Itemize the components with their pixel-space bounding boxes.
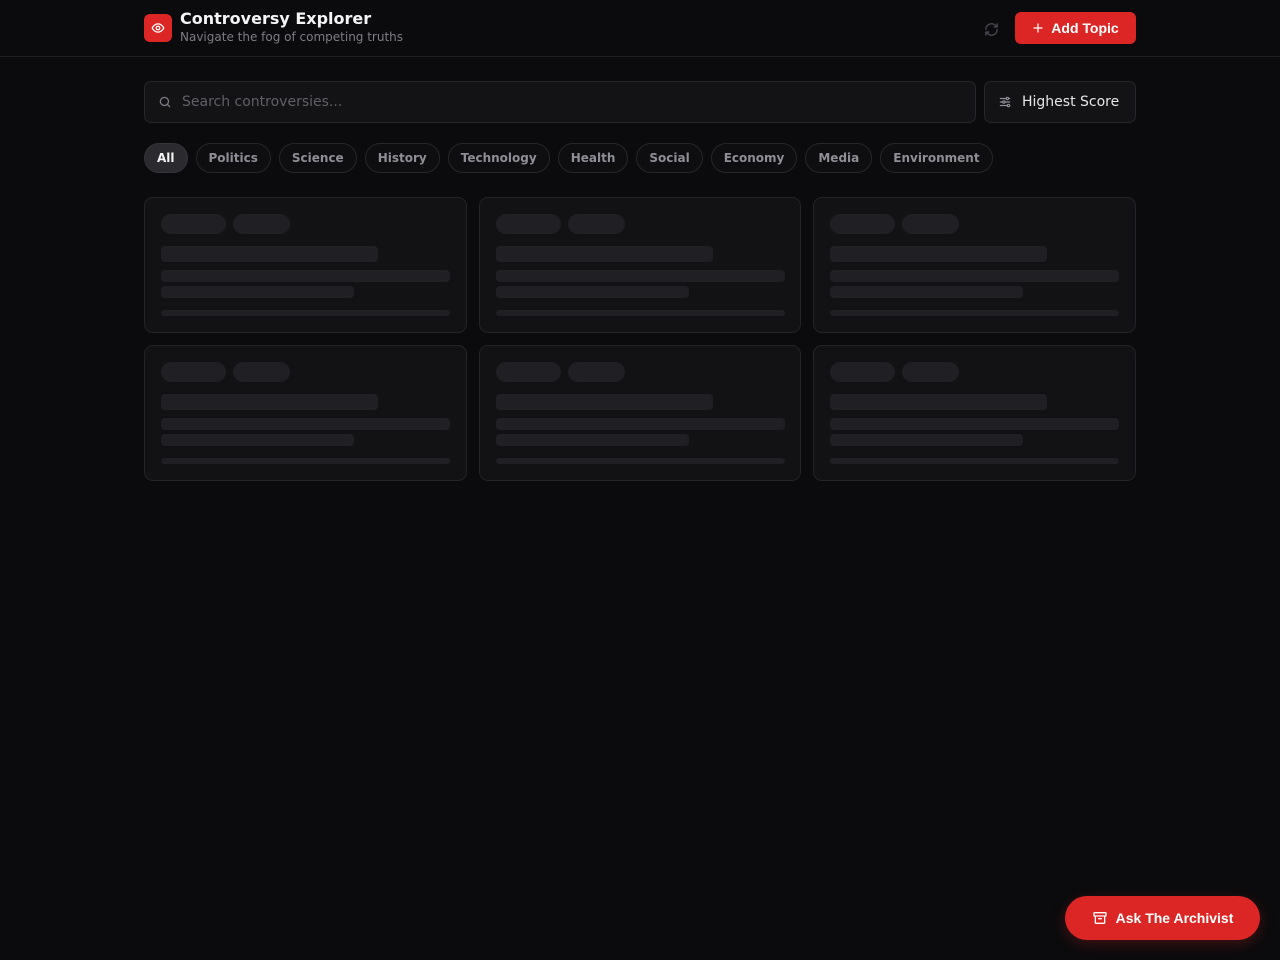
skeleton-line	[161, 270, 450, 282]
skeleton-pill	[830, 214, 895, 234]
skeleton-bar	[830, 310, 1119, 316]
search-box[interactable]	[144, 81, 976, 123]
skeleton-title	[496, 246, 713, 262]
category-chip-politics[interactable]: Politics	[195, 143, 271, 173]
category-chip-media[interactable]: Media	[805, 143, 873, 173]
skeleton-pill	[568, 214, 625, 234]
category-chip-technology[interactable]: Technology	[447, 143, 550, 173]
category-chip-health[interactable]: Health	[557, 143, 629, 173]
skeleton-bar	[496, 458, 785, 464]
skeleton-card	[813, 197, 1136, 333]
skeleton-pill	[830, 362, 895, 382]
skeleton-title	[161, 246, 378, 262]
add-topic-label: Add Topic	[1051, 20, 1119, 36]
skeleton-title	[830, 246, 1047, 262]
search-icon	[158, 95, 172, 109]
eye-icon	[144, 14, 172, 42]
skeleton-bar	[496, 310, 785, 316]
skeleton-pill	[233, 362, 290, 382]
skeleton-line	[830, 286, 1023, 298]
refresh-icon[interactable]	[981, 19, 1001, 39]
plus-icon	[1032, 22, 1044, 34]
category-chip-science[interactable]: Science	[278, 143, 357, 173]
skeleton-bar	[161, 458, 450, 464]
category-chip-all[interactable]: All	[144, 143, 188, 173]
skeleton-bar	[830, 458, 1119, 464]
skeleton-pill	[161, 214, 226, 234]
skeleton-card	[479, 345, 801, 481]
app-subtitle: Navigate the fog of competing truths	[180, 30, 404, 44]
skeleton-line	[830, 270, 1119, 282]
sort-selected-label: Highest Score	[1022, 94, 1120, 110]
skeleton-line	[830, 434, 1023, 446]
add-topic-button[interactable]: Add Topic	[1015, 12, 1136, 44]
brand: Controversy Explorer Navigate the fog of…	[144, 9, 404, 44]
skeleton-pill	[161, 362, 226, 382]
ask-archivist-label: Ask The Archivist	[1115, 910, 1234, 926]
category-chip-economy[interactable]: Economy	[710, 143, 798, 173]
skeleton-title	[161, 394, 378, 410]
skeleton-line	[496, 434, 689, 446]
skeleton-pill	[496, 214, 561, 234]
skeleton-pill	[902, 214, 959, 234]
skeleton-pill	[496, 362, 561, 382]
skeleton-card	[144, 345, 467, 481]
skeleton-pill	[233, 214, 290, 234]
skeleton-line	[161, 434, 354, 446]
skeleton-title	[830, 394, 1047, 410]
skeleton-line	[161, 418, 450, 430]
archive-icon	[1092, 910, 1108, 926]
category-chip-environment[interactable]: Environment	[880, 143, 993, 173]
ask-archivist-button[interactable]: Ask The Archivist	[1065, 896, 1260, 940]
search-input[interactable]	[182, 94, 942, 110]
skeleton-pill	[902, 362, 959, 382]
skeleton-pill	[568, 362, 625, 382]
skeleton-card	[479, 197, 801, 333]
skeleton-card	[813, 345, 1136, 481]
sliders-icon	[998, 95, 1012, 109]
app-header: Controversy Explorer Navigate the fog of…	[0, 0, 1280, 57]
skeleton-line	[496, 418, 785, 430]
category-chip-social[interactable]: Social	[636, 143, 703, 173]
category-filter: All Politics Science History Technology …	[144, 143, 1001, 173]
skeleton-line	[496, 286, 689, 298]
sort-dropdown[interactable]: Highest Score	[984, 81, 1136, 123]
skeleton-line	[496, 270, 785, 282]
skeleton-card	[144, 197, 467, 333]
skeleton-bar	[161, 310, 450, 316]
skeleton-line	[830, 418, 1119, 430]
category-chip-history[interactable]: History	[364, 143, 440, 173]
skeleton-title	[496, 394, 713, 410]
skeleton-line	[161, 286, 354, 298]
app-title: Controversy Explorer	[180, 9, 372, 28]
